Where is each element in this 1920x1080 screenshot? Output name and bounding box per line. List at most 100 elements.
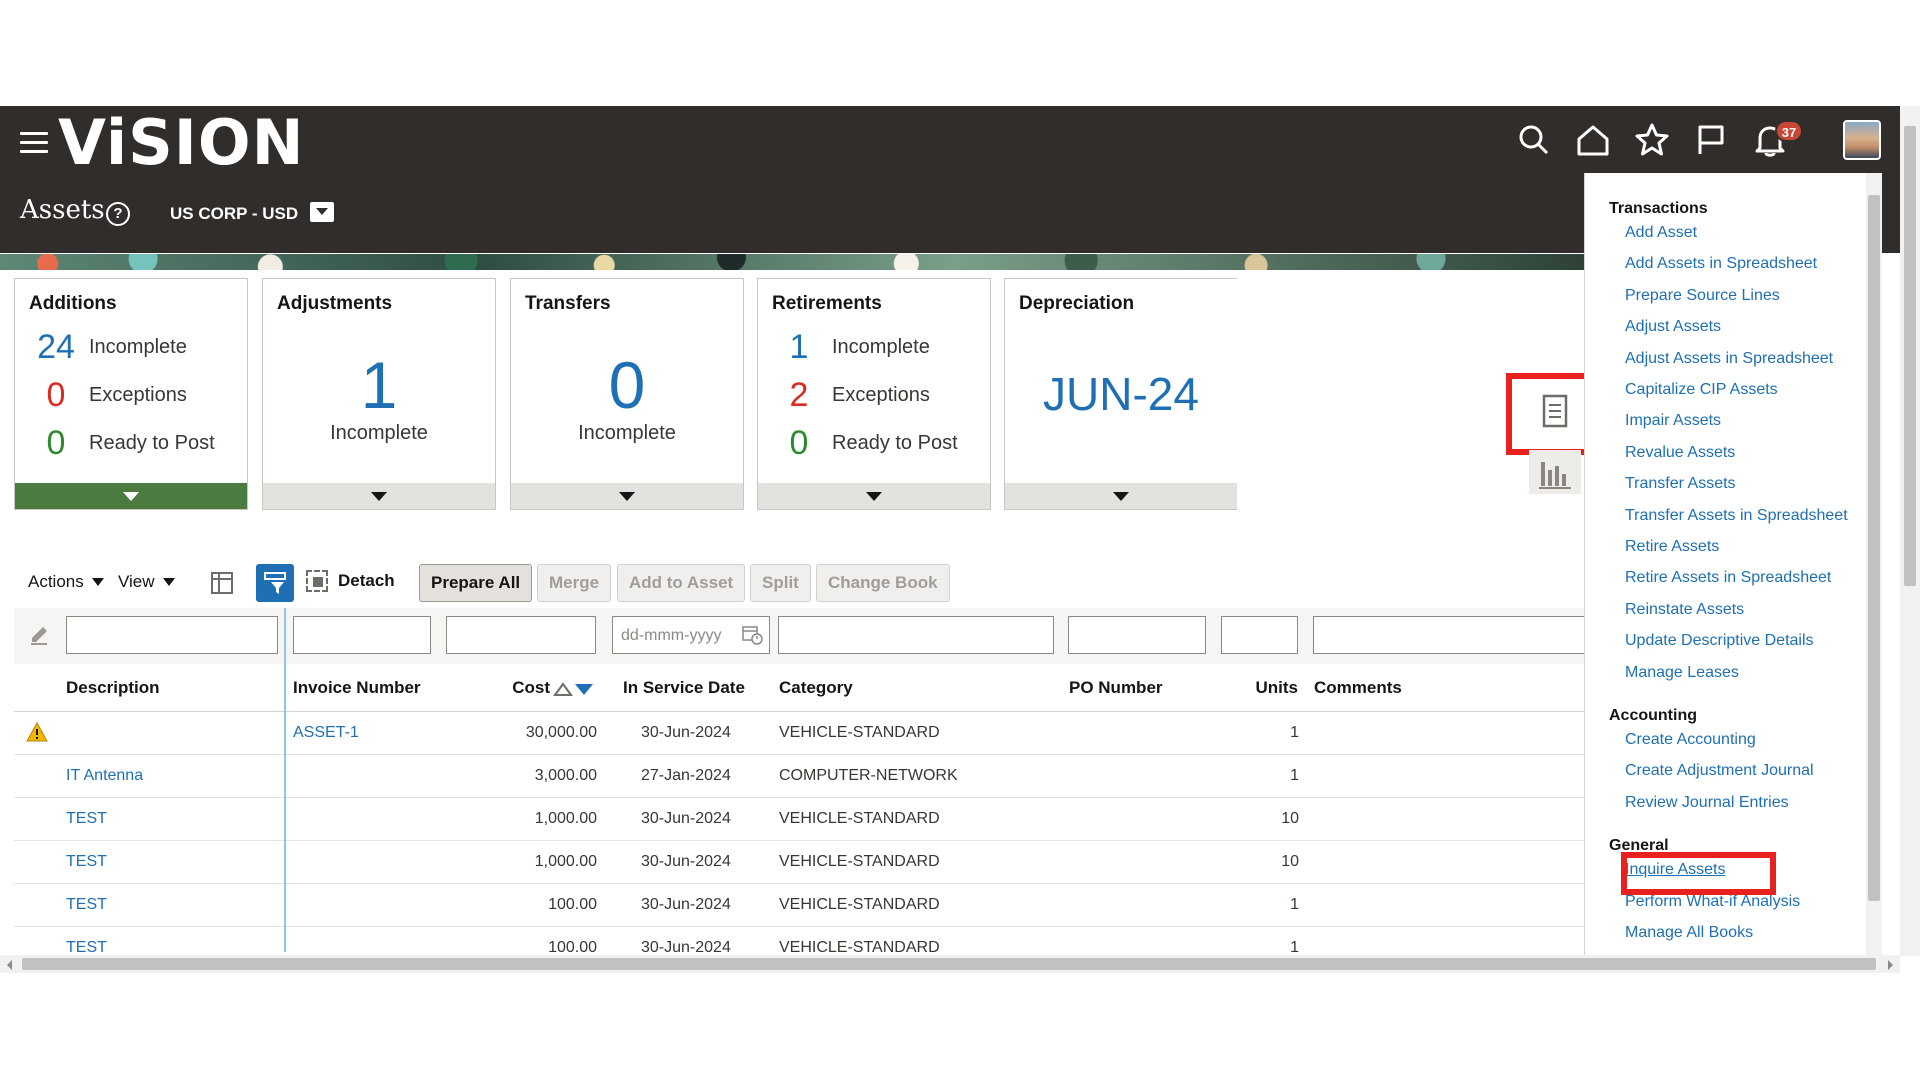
column-header-comments[interactable]: Comments bbox=[1314, 678, 1402, 698]
retirements-tile[interactable]: Retirements 1 Incomplete 2 Exceptions 0 … bbox=[757, 278, 991, 510]
task-link-create-accounting[interactable]: Create Accounting bbox=[1625, 731, 1756, 749]
task-link-add-asset[interactable]: Add Asset bbox=[1625, 224, 1697, 242]
change-book-button[interactable]: Change Book bbox=[816, 564, 950, 602]
help-icon[interactable]: ? bbox=[106, 202, 130, 226]
task-link-prepare-source-lines[interactable]: Prepare Source Lines bbox=[1625, 287, 1780, 305]
list-view-icon[interactable] bbox=[1524, 381, 1584, 441]
column-header-in-service-date[interactable]: In Service Date bbox=[623, 678, 745, 698]
scroll-left-arrow-icon[interactable] bbox=[7, 960, 12, 970]
transfers-expand-toggle[interactable] bbox=[511, 483, 743, 509]
user-avatar[interactable] bbox=[1843, 120, 1881, 160]
task-link-impair-assets[interactable]: Impair Assets bbox=[1625, 412, 1721, 430]
description-cell[interactable]: TEST bbox=[66, 810, 107, 828]
chart-view-icon[interactable] bbox=[1529, 450, 1581, 494]
chevron-down-icon bbox=[123, 492, 139, 501]
table-row[interactable]: TEST 1,000.00 30-Jun-2024 VEHICLE-STANDARD 1… bbox=[14, 798, 1584, 841]
hamburger-menu-icon[interactable] bbox=[20, 132, 48, 154]
table-row[interactable]: TEST 100.00 30-Jun-2024 VEHICLE-STANDARD 1 bbox=[14, 884, 1584, 927]
transfers-tile[interactable]: Transfers 0 Incomplete bbox=[510, 278, 744, 510]
in-service-date-filter-input[interactable]: dd-mmm-yyyy bbox=[612, 616, 770, 654]
adjustments-tile[interactable]: Adjustments 1 Incomplete bbox=[262, 278, 496, 510]
cost-filter-input[interactable] bbox=[446, 616, 596, 654]
task-link-perform-what-if-analysis[interactable]: Perform What-if Analysis bbox=[1625, 893, 1800, 911]
table-row[interactable]: TEST 1,000.00 30-Jun-2024 VEHICLE-STANDARD 1… bbox=[14, 841, 1584, 884]
search-icon[interactable] bbox=[1514, 120, 1554, 160]
column-header-description[interactable]: Description bbox=[66, 678, 160, 698]
task-link-add-assets-in-spreadsheet[interactable]: Add Assets in Spreadsheet bbox=[1625, 255, 1817, 273]
flag-icon[interactable] bbox=[1691, 120, 1731, 160]
category-filter-input[interactable] bbox=[778, 616, 1054, 654]
depreciation-expand-toggle[interactable] bbox=[1005, 483, 1237, 509]
additions-ready-row[interactable]: 0 Ready to Post bbox=[35, 423, 215, 463]
query-by-example-toggle[interactable] bbox=[256, 564, 294, 602]
sort-icons[interactable] bbox=[553, 681, 595, 697]
task-link-retire-assets[interactable]: Retire Assets bbox=[1625, 538, 1719, 556]
retirements-expand-toggle[interactable] bbox=[758, 483, 990, 509]
prepare-all-button[interactable]: Prepare All bbox=[419, 564, 533, 602]
table-row[interactable]: TEST 100.00 30-Jun-2024 VEHICLE-STANDARD 1 bbox=[14, 927, 1584, 952]
description-cell[interactable]: TEST bbox=[66, 896, 107, 914]
horizontal-scrollbar[interactable] bbox=[0, 955, 1900, 973]
scrollbar-thumb[interactable] bbox=[1904, 126, 1916, 586]
po-number-filter-input[interactable] bbox=[1068, 616, 1206, 654]
merge-button[interactable]: Merge bbox=[537, 564, 612, 602]
column-header-po-number[interactable]: PO Number bbox=[1069, 678, 1163, 698]
additions-expand-toggle[interactable] bbox=[15, 483, 247, 509]
column-header-invoice-number[interactable]: Invoice Number bbox=[293, 678, 421, 698]
task-link-capitalize-cip-assets[interactable]: Capitalize CIP Assets bbox=[1625, 381, 1778, 399]
task-link-retire-assets-in-spreadsheet[interactable]: Retire Assets in Spreadsheet bbox=[1625, 569, 1831, 587]
task-link-review-journal-entries[interactable]: Review Journal Entries bbox=[1625, 794, 1789, 812]
description-cell[interactable]: IT Antenna bbox=[66, 767, 143, 785]
scrollbar-thumb[interactable] bbox=[1868, 195, 1880, 901]
home-icon[interactable] bbox=[1573, 120, 1613, 160]
add-to-asset-button[interactable]: Add to Asset bbox=[617, 564, 746, 602]
column-header-cost[interactable]: Cost bbox=[504, 678, 550, 698]
table-row[interactable]: IT Antenna 3,000.00 27-Jan-2024 COMPUTER-NE… bbox=[14, 755, 1584, 798]
book-dropdown-button[interactable] bbox=[310, 202, 334, 222]
tasks-panel-scrollbar[interactable] bbox=[1866, 173, 1882, 955]
retirements-incomplete-row[interactable]: 1 Incomplete bbox=[778, 327, 930, 367]
description-cell[interactable]: TEST bbox=[66, 939, 107, 952]
actions-menu[interactable]: Actions bbox=[28, 572, 104, 592]
description-filter-input[interactable] bbox=[66, 616, 278, 654]
view-menu[interactable]: View bbox=[118, 572, 175, 592]
task-link-inquire-assets[interactable]: Inquire Assets bbox=[1625, 861, 1726, 879]
additions-tile[interactable]: Additions 24 Incomplete 0 Exceptions 0 R… bbox=[14, 278, 248, 510]
split-button[interactable]: Split bbox=[750, 564, 811, 602]
column-header-units[interactable]: Units bbox=[1214, 678, 1299, 698]
scroll-right-arrow-icon[interactable] bbox=[1888, 960, 1893, 970]
units-cell: 10 bbox=[1281, 853, 1299, 870]
scrollbar-thumb[interactable] bbox=[22, 958, 1876, 970]
task-link-adjust-assets-in-spreadsheet[interactable]: Adjust Assets in Spreadsheet bbox=[1625, 350, 1833, 368]
retirements-ready-row[interactable]: 0 Ready to Post bbox=[778, 423, 958, 463]
task-link-revalue-assets[interactable]: Revalue Assets bbox=[1625, 444, 1735, 462]
task-link-manage-leases[interactable]: Manage Leases bbox=[1625, 664, 1739, 682]
description-cell[interactable]: TEST bbox=[66, 853, 107, 871]
additions-incomplete-row[interactable]: 24 Incomplete bbox=[35, 327, 187, 367]
invoice-number-filter-input[interactable] bbox=[293, 616, 431, 654]
additions-exceptions-row[interactable]: 0 Exceptions bbox=[35, 375, 187, 415]
table-row[interactable]: ASSET-1 30,000.00 30-Jun-2024 VEHICLE-STAND… bbox=[14, 712, 1584, 755]
detach-button[interactable]: Detach bbox=[306, 570, 395, 592]
column-header-category[interactable]: Category bbox=[779, 678, 853, 698]
freeze-columns-icon[interactable] bbox=[208, 570, 236, 596]
task-link-reinstate-assets[interactable]: Reinstate Assets bbox=[1625, 601, 1744, 619]
retirements-exceptions-row[interactable]: 2 Exceptions bbox=[778, 375, 930, 415]
adjustments-expand-toggle[interactable] bbox=[263, 483, 495, 509]
task-link-update-descriptive-details[interactable]: Update Descriptive Details bbox=[1625, 632, 1814, 650]
comments-filter-input[interactable] bbox=[1313, 616, 1584, 654]
task-link-adjust-assets[interactable]: Adjust Assets bbox=[1625, 318, 1721, 336]
vertical-scrollbar[interactable] bbox=[1900, 106, 1920, 956]
clear-filter-icon[interactable] bbox=[28, 624, 50, 646]
depreciation-tile[interactable]: Depreciation JUN-24 bbox=[1004, 278, 1237, 510]
task-link-transfer-assets[interactable]: Transfer Assets bbox=[1625, 475, 1736, 493]
favorites-star-icon[interactable] bbox=[1632, 120, 1672, 160]
task-link-manage-all-books[interactable]: Manage All Books bbox=[1625, 924, 1753, 942]
task-link-transfer-assets-in-spreadsheet[interactable]: Transfer Assets in Spreadsheet bbox=[1625, 507, 1848, 525]
task-link-create-adjustment-journal[interactable]: Create Adjustment Journal bbox=[1625, 762, 1814, 780]
tile-title: Additions bbox=[29, 293, 117, 314]
units-filter-input[interactable] bbox=[1221, 616, 1298, 654]
invoice-number-cell[interactable]: ASSET-1 bbox=[293, 724, 359, 742]
in-service-date-cell: 30-Jun-2024 bbox=[641, 853, 731, 870]
calendar-icon[interactable] bbox=[741, 623, 763, 645]
